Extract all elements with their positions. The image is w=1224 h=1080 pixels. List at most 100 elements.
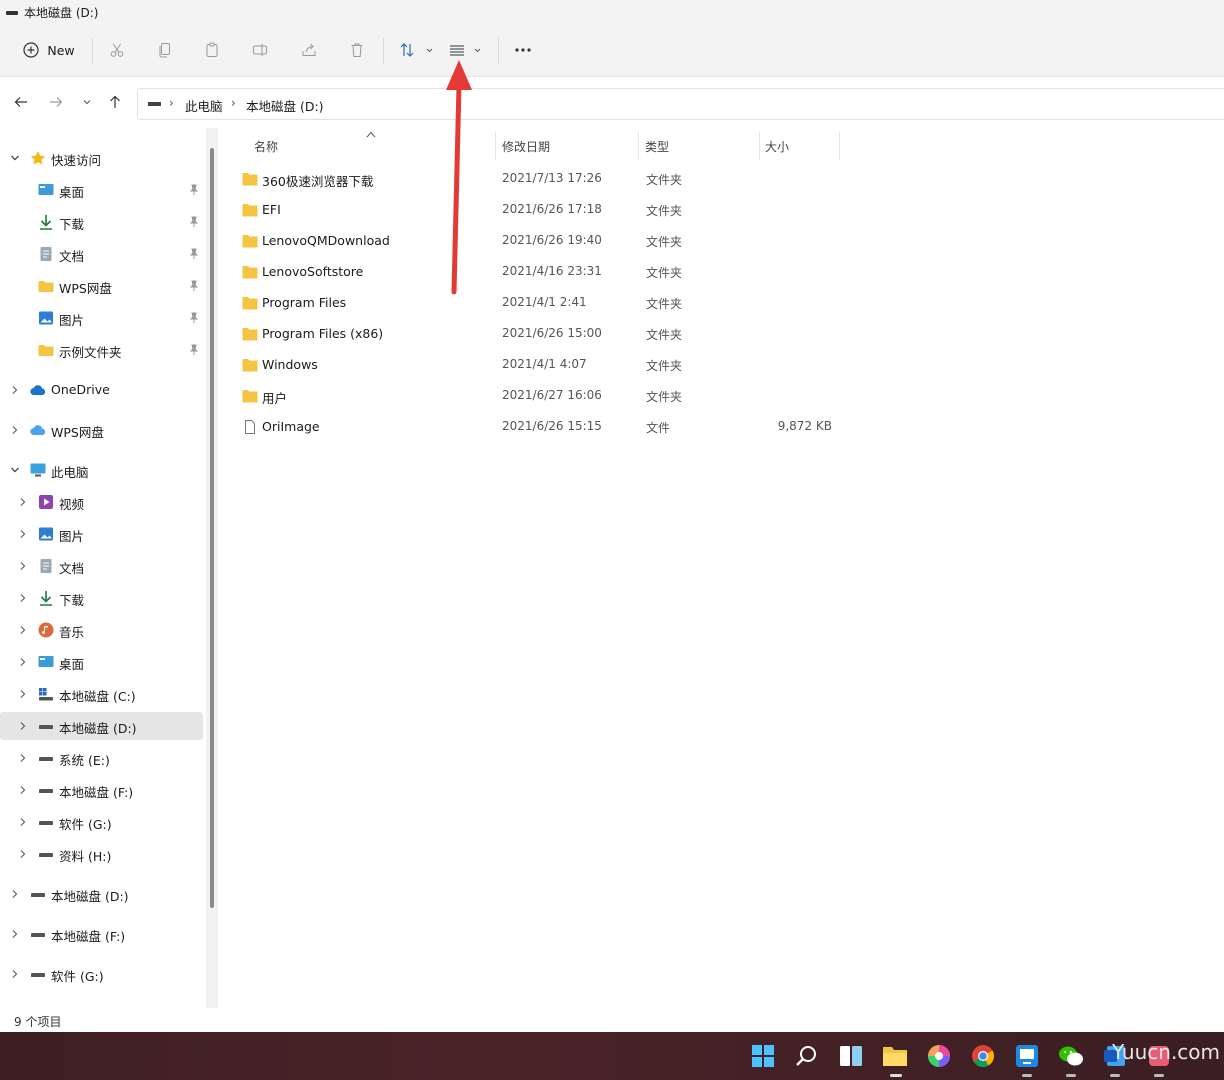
pin-icon[interactable] (188, 280, 200, 292)
sidebar-item-documents[interactable]: 文档 (0, 240, 203, 268)
start-button[interactable] (749, 1042, 777, 1070)
sidebar-item-drive-h[interactable]: 资料 (H:) (0, 840, 203, 868)
address-bar[interactable]: › 此电脑 › 本地磁盘 (D:) (137, 88, 1224, 120)
column-divider[interactable] (759, 132, 760, 160)
chevron-right-icon[interactable] (18, 593, 28, 603)
chrome-button[interactable] (969, 1042, 997, 1070)
pin-icon[interactable] (188, 184, 200, 196)
sidebar-item-documents[interactable]: 文档 (0, 552, 203, 580)
sidebar-item-videos[interactable]: 视频 (0, 488, 203, 516)
recent-locations-button[interactable] (77, 92, 97, 112)
video-icon (39, 495, 53, 509)
chevron-down-icon[interactable] (10, 153, 20, 163)
search-button[interactable] (793, 1042, 821, 1070)
breadcrumb-this-pc[interactable]: 此电脑 (185, 96, 223, 115)
paste-button[interactable] (199, 34, 225, 66)
wechat-button[interactable] (1057, 1042, 1085, 1070)
new-button[interactable]: New (18, 34, 80, 66)
delete-button[interactable] (344, 34, 370, 66)
sidebar-item-drive-d[interactable]: 本地磁盘 (D:) (0, 712, 203, 740)
sidebar-item-network-drive-d[interactable]: 本地磁盘 (D:) (0, 880, 203, 908)
sidebar-item-pictures[interactable]: 图片 (0, 520, 203, 548)
sidebar-item-drive-f[interactable]: 本地磁盘 (F:) (0, 776, 203, 804)
sidebar-item-wps-cloud[interactable]: WPS网盘 (0, 416, 203, 444)
chevron-right-icon[interactable] (18, 529, 28, 539)
sidebar-item-pictures[interactable]: 图片 (0, 304, 203, 332)
chevron-right-icon[interactable] (18, 657, 28, 667)
column-header-name[interactable]: 名称 (254, 138, 278, 160)
column-header-size[interactable]: 大小 (765, 138, 789, 160)
file-row[interactable]: OriImage 2021/6/26 15:15 文件 9,872 KB (238, 412, 858, 443)
pin-icon[interactable] (188, 216, 200, 228)
toolbar-divider (92, 38, 93, 64)
chevron-right-icon[interactable] (10, 385, 20, 395)
file-type: 文件夹 (646, 204, 683, 218)
file-row[interactable]: LenovoQMDownload 2021/6/26 19:40 文件夹 (238, 226, 858, 257)
sidebar-item-drive-g[interactable]: 软件 (G:) (0, 808, 203, 836)
file-explorer-taskbar-button[interactable] (881, 1042, 909, 1070)
color-app-button[interactable] (925, 1042, 953, 1070)
sort-button[interactable] (396, 34, 436, 66)
column-divider[interactable] (839, 132, 840, 160)
chevron-right-icon[interactable] (18, 689, 28, 699)
cut-icon (110, 43, 124, 57)
column-header-date[interactable]: 修改日期 (502, 138, 550, 160)
file-list: 名称 修改日期 类型 大小 360极速浏览器下载 2021/7/13 17:26… (222, 128, 1224, 1008)
task-view-button[interactable] (837, 1042, 865, 1070)
chevron-right-icon[interactable] (18, 625, 28, 635)
sidebar-item-this-pc[interactable]: 此电脑 (0, 456, 203, 484)
more-button[interactable] (510, 34, 536, 66)
file-row[interactable]: EFI 2021/6/26 17:18 文件夹 (238, 195, 858, 226)
sidebar-item-network-drive-f[interactable]: 本地磁盘 (F:) (0, 920, 203, 948)
forward-button[interactable] (46, 92, 66, 112)
chevron-right-icon[interactable] (10, 889, 20, 899)
back-button[interactable] (11, 92, 31, 112)
chevron-right-icon[interactable] (18, 561, 28, 571)
view-button[interactable] (446, 34, 486, 66)
chevron-right-icon[interactable] (10, 425, 20, 435)
file-size: 9,872 KB (777, 419, 832, 433)
column-divider[interactable] (638, 132, 639, 160)
rename-button[interactable] (247, 34, 273, 66)
share-button[interactable] (296, 34, 322, 66)
chevron-right-icon[interactable] (10, 969, 20, 979)
chevron-right-icon[interactable] (18, 721, 28, 731)
file-row[interactable]: LenovoSoftstore 2021/4/16 23:31 文件夹 (238, 257, 858, 288)
sidebar-item-wps-disk[interactable]: WPS网盘 (0, 272, 203, 300)
sidebar-item-onedrive[interactable]: OneDrive (0, 376, 203, 404)
file-row[interactable]: Program Files (x86) 2021/6/26 15:00 文件夹 (238, 319, 858, 350)
sidebar-item-drive-e[interactable]: 系统 (E:) (0, 744, 203, 772)
up-button[interactable] (105, 92, 125, 112)
breadcrumb-current[interactable]: 本地磁盘 (D:) (246, 96, 324, 115)
pin-icon[interactable] (188, 248, 200, 260)
file-row[interactable]: 360极速浏览器下载 2021/7/13 17:26 文件夹 (238, 164, 858, 195)
sidebar-item-desktop[interactable]: 桌面 (0, 176, 203, 204)
chevron-down-icon[interactable] (10, 465, 20, 475)
sidebar-item-desktop[interactable]: 桌面 (0, 648, 203, 676)
chevron-right-icon[interactable] (18, 785, 28, 795)
sidebar-item-network-drive-g[interactable]: 软件 (G:) (0, 960, 203, 988)
sidebar-item-music[interactable]: 音乐 (0, 616, 203, 644)
file-row[interactable]: 用户 2021/6/27 16:06 文件夹 (238, 381, 858, 412)
app-button[interactable] (1013, 1042, 1041, 1070)
chevron-right-icon[interactable] (18, 817, 28, 827)
copy-button[interactable] (152, 34, 178, 66)
sidebar-item-downloads[interactable]: 下载 (0, 584, 203, 612)
file-row[interactable]: Program Files 2021/4/1 2:41 文件夹 (238, 288, 858, 319)
sidebar-scrollbar-thumb[interactable] (210, 148, 214, 908)
chevron-right-icon[interactable] (10, 929, 20, 939)
file-row[interactable]: Windows 2021/4/1 4:07 文件夹 (238, 350, 858, 381)
file-name: EFI (262, 202, 281, 217)
sidebar-item-drive-c[interactable]: 本地磁盘 (C:) (0, 680, 203, 708)
chevron-right-icon[interactable] (18, 849, 28, 859)
pin-icon[interactable] (188, 344, 200, 356)
cut-button[interactable] (104, 34, 130, 66)
column-header-type[interactable]: 类型 (645, 138, 669, 160)
chevron-right-icon[interactable] (18, 497, 28, 507)
sidebar-item-downloads[interactable]: 下载 (0, 208, 203, 236)
pin-icon[interactable] (188, 312, 200, 324)
chevron-right-icon[interactable] (18, 753, 28, 763)
column-divider[interactable] (495, 132, 496, 160)
sidebar-item-sample-folder[interactable]: 示例文件夹 (0, 336, 203, 364)
sidebar-item-quick-access[interactable]: 快速访问 (0, 144, 203, 172)
